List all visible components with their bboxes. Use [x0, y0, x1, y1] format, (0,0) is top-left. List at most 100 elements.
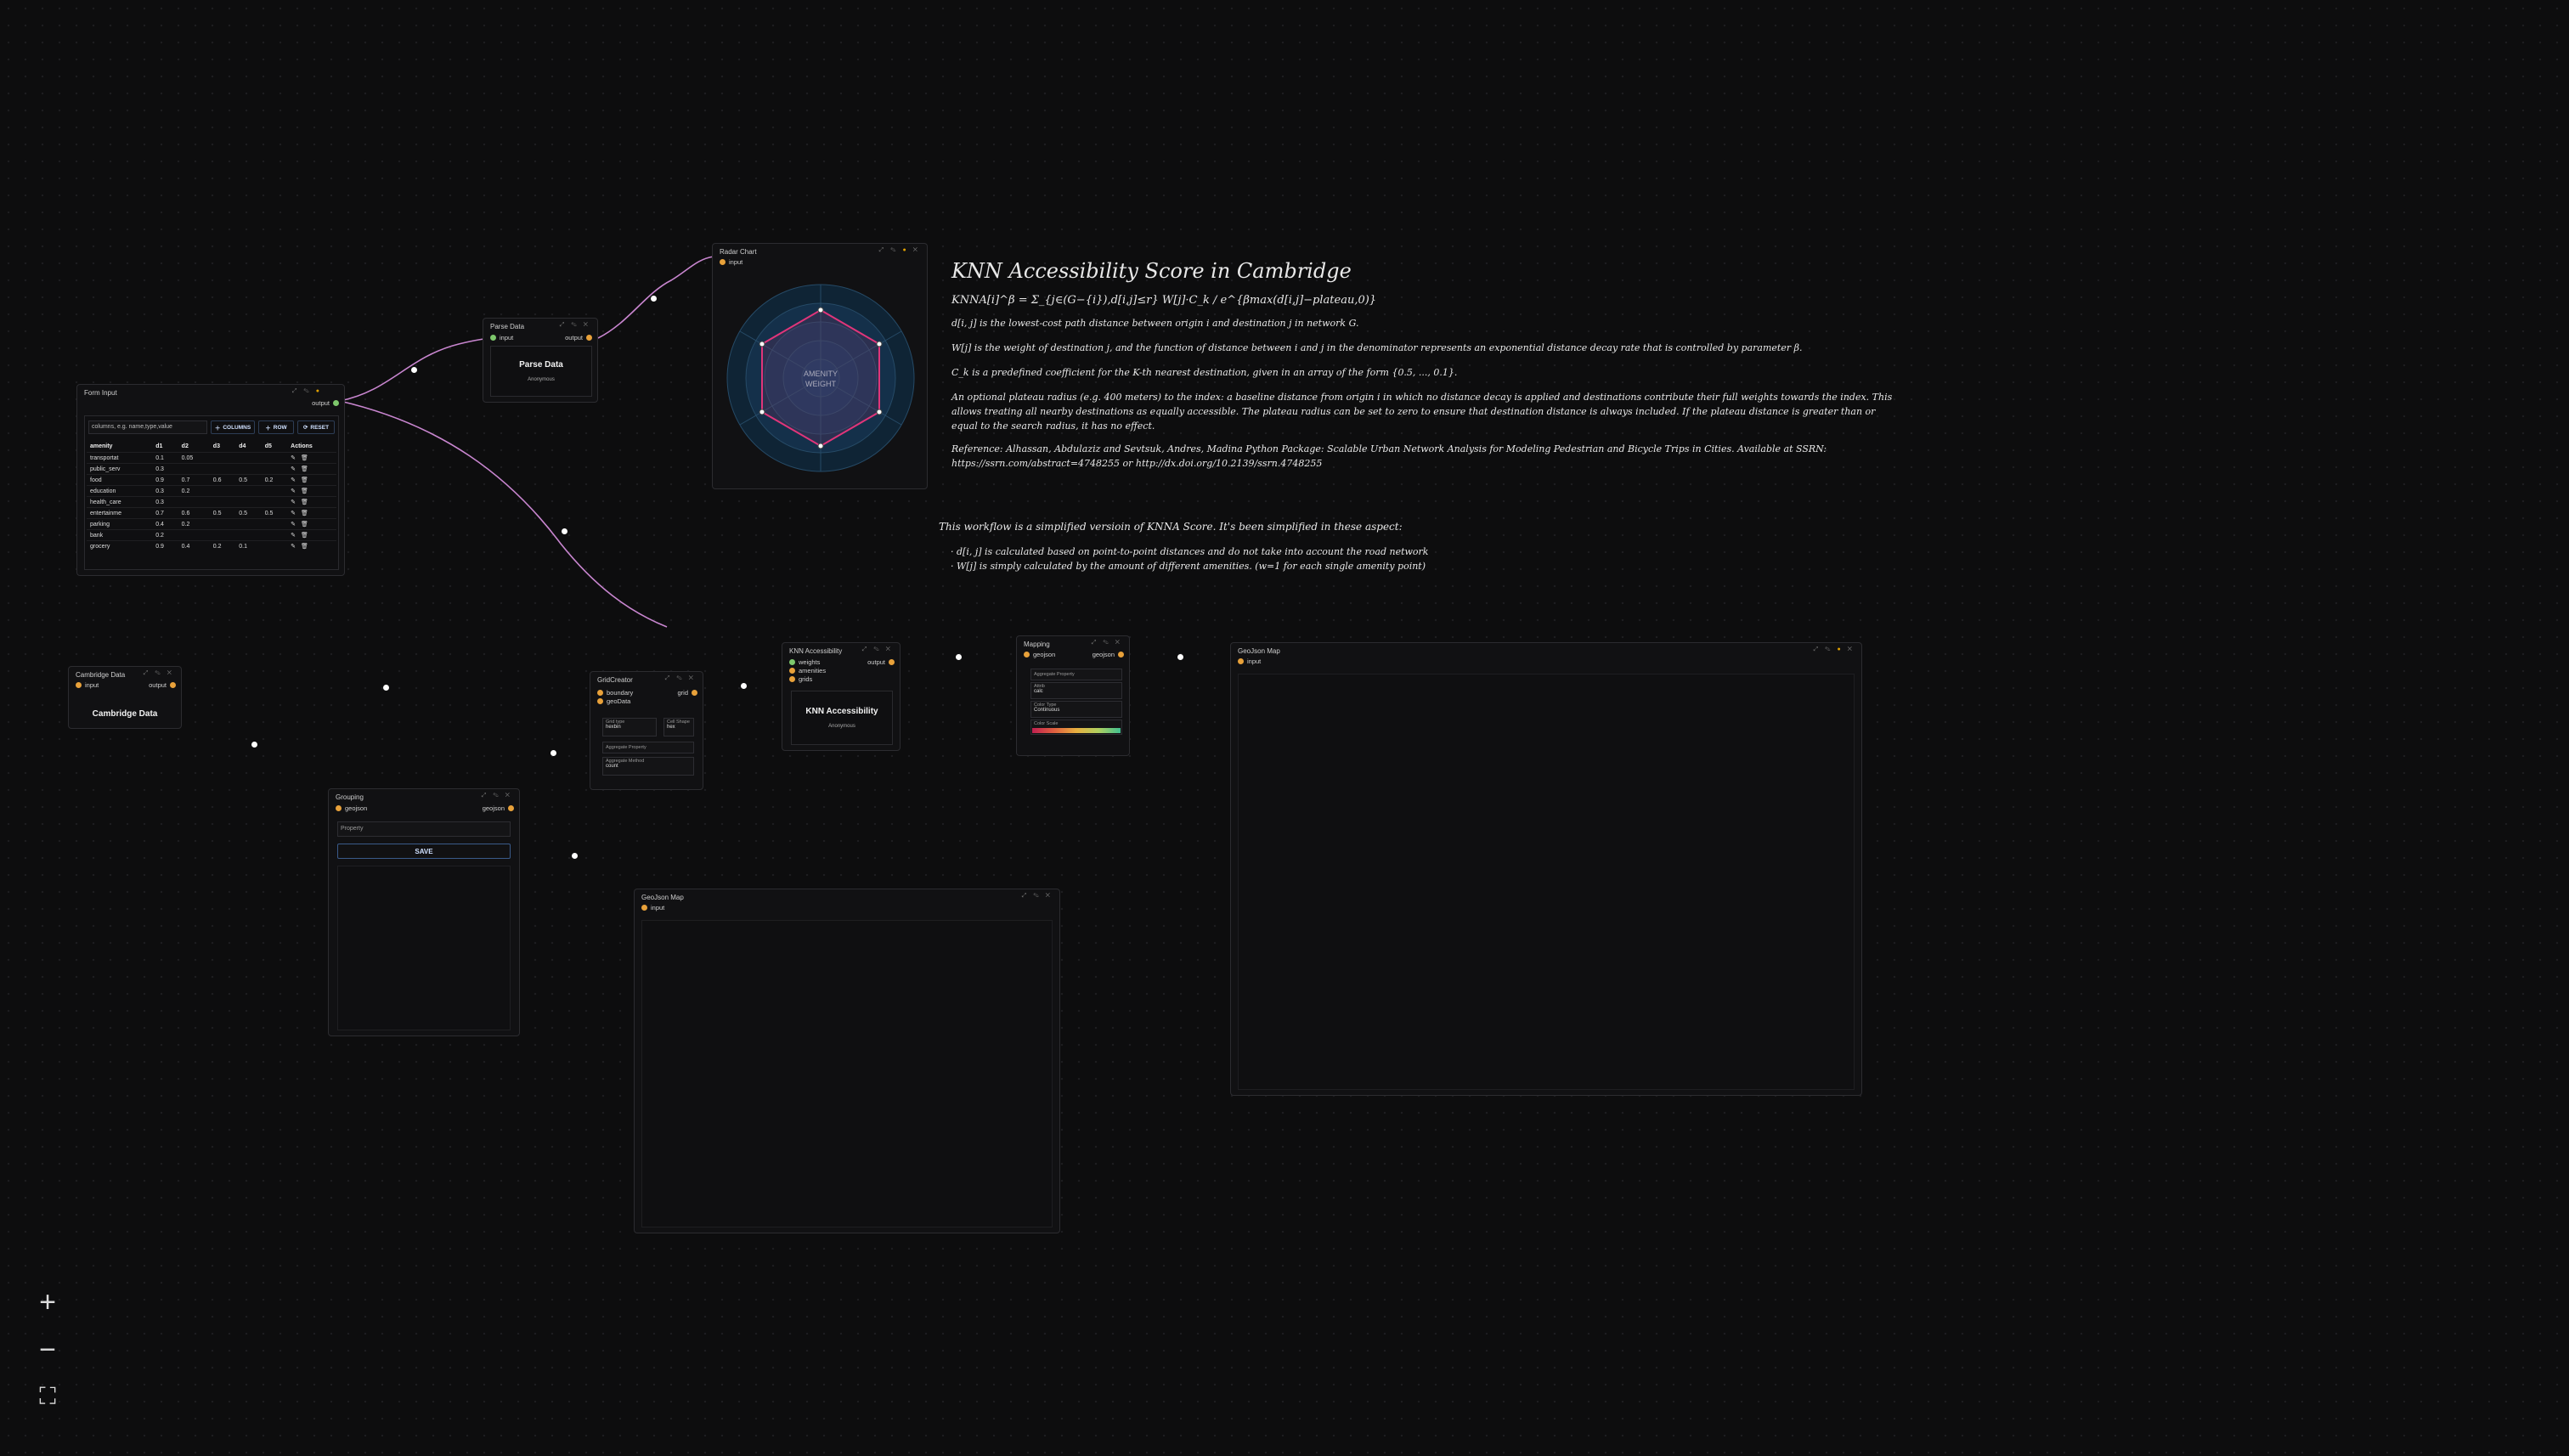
table-cell[interactable]: 0.5 [261, 507, 288, 519]
input-port[interactable]: geojson [336, 804, 367, 812]
table-cell[interactable] [209, 529, 236, 541]
table-cell[interactable]: 0.2 [209, 540, 236, 551]
table-row[interactable]: public_serv 0.3 ✎ 🗑 [87, 463, 336, 475]
table-cell[interactable] [261, 518, 288, 530]
node-controls[interactable]: ⤢ ✎ ✕ [144, 670, 174, 677]
table-row[interactable]: health_care 0.3 ✎ 🗑 [87, 496, 336, 508]
table-cell[interactable]: 0.6 [209, 474, 236, 486]
node-controls[interactable]: ⤢ ✎ ✕ [482, 793, 512, 799]
table-cell[interactable]: 0.2 [261, 474, 288, 486]
table-cell[interactable] [235, 496, 262, 508]
property-input[interactable]: Property [337, 821, 511, 837]
aggregate-property-input[interactable]: Aggregate Property [1030, 669, 1122, 680]
edit-icon[interactable]: ✎ [291, 477, 296, 483]
node-controls[interactable]: ⤢ ✎ ✕ [1022, 893, 1053, 900]
table-cell[interactable] [235, 452, 262, 464]
delete-icon[interactable]: 🗑 [301, 544, 308, 550]
input-port-boundary[interactable]: boundary [597, 689, 633, 697]
edit-icon[interactable]: ✎ [291, 499, 296, 505]
port-dot-icon[interactable] [333, 400, 339, 406]
node-controls[interactable]: ⤢ ✎ ● ✕ [879, 247, 920, 254]
delete-icon[interactable]: 🗑 [301, 466, 308, 472]
edge-midpoint[interactable] [562, 528, 567, 534]
table-cell[interactable] [235, 529, 262, 541]
form-input-node[interactable]: Form Input ⤢ ✎ ● output columns, e.g. na… [76, 384, 345, 576]
node-controls[interactable]: ⤢ ✎ ✕ [665, 675, 696, 682]
output-port[interactable]: output [312, 399, 339, 407]
node-controls[interactable]: ⤢ ✎ ● ✕ [1814, 646, 1855, 653]
port-dot-icon[interactable] [597, 690, 603, 696]
radar-chart-node[interactable]: Radar Chart ⤢ ✎ ● ✕ input AMENITY WEIGHT [712, 243, 928, 489]
port-dot-icon[interactable] [586, 335, 592, 341]
table-cell[interactable] [235, 485, 262, 497]
port-dot-icon[interactable] [336, 805, 342, 811]
delete-icon[interactable]: 🗑 [301, 533, 308, 539]
output-port[interactable]: output [149, 681, 176, 689]
table-cell[interactable] [178, 496, 210, 508]
delete-icon[interactable]: 🗑 [301, 511, 308, 516]
table-cell[interactable]: 0.2 [178, 518, 210, 530]
input-port-grids[interactable]: grids [789, 675, 812, 683]
edge-midpoint[interactable] [550, 750, 556, 756]
table-cell[interactable]: 0.4 [152, 518, 178, 530]
table-cell[interactable]: 0.2 [178, 485, 210, 497]
columns-input[interactable]: columns, e.g. name,type,value [88, 420, 207, 434]
table-row[interactable]: transportat 0.1 0.05 ✎ 🗑 [87, 452, 336, 464]
delete-icon[interactable]: 🗑 [301, 477, 308, 483]
output-port[interactable]: output [867, 658, 895, 666]
node-controls[interactable]: ⤢ ✎ ✕ [560, 322, 590, 329]
node-controls[interactable]: ⤢ ✎ ● [292, 388, 322, 395]
table-cell[interactable]: health_care [87, 496, 153, 508]
delete-icon[interactable]: 🗑 [301, 488, 308, 494]
table-row[interactable]: education 0.3 0.2 ✎ 🗑 [87, 485, 336, 497]
output-port[interactable]: geojson [483, 804, 514, 812]
node-controls[interactable]: ⤢ ✎ ✕ [1092, 640, 1122, 646]
table-cell[interactable]: transportat [87, 452, 153, 464]
port-dot-icon[interactable] [789, 676, 795, 682]
edge-midpoint[interactable] [572, 853, 578, 859]
map-canvas[interactable] [641, 920, 1053, 1227]
delete-icon[interactable]: 🗑 [301, 522, 308, 528]
table-cell[interactable]: 0.9 [152, 474, 178, 486]
edit-icon[interactable]: ✎ [291, 511, 296, 516]
table-cell[interactable]: 0.5 [235, 507, 262, 519]
input-port[interactable]: geojson [1024, 651, 1055, 658]
zoom-out-button[interactable]: − [32, 1334, 63, 1367]
parse-data-node[interactable]: Parse Data ⤢ ✎ ✕ input output Parse Data… [483, 318, 598, 403]
grid-creator-node[interactable]: GridCreator ⤢ ✎ ✕ boundary geoData grid … [590, 671, 703, 790]
edit-icon[interactable]: ✎ [291, 533, 296, 539]
table-cell[interactable]: entertainme [87, 507, 153, 519]
output-port[interactable]: geojson [1093, 651, 1124, 658]
add-row-button[interactable]: ＋ ROW [258, 420, 294, 434]
grid-type-select[interactable]: Grid type hexbin [602, 718, 657, 736]
table-cell[interactable]: 0.9 [152, 540, 178, 551]
edge-midpoint[interactable] [1177, 654, 1183, 660]
map-canvas[interactable] [1238, 674, 1855, 1090]
cambridge-data-node[interactable]: Cambridge Data ⤢ ✎ ✕ input output Cambri… [68, 666, 182, 729]
table-cell[interactable]: 0.05 [178, 452, 210, 464]
table-cell[interactable]: 0.1 [152, 452, 178, 464]
table-cell[interactable]: grocery [87, 540, 153, 551]
edge-midpoint[interactable] [651, 296, 657, 302]
table-cell[interactable]: food [87, 474, 153, 486]
table-cell[interactable]: bank [87, 529, 153, 541]
edit-icon[interactable]: ✎ [291, 466, 296, 472]
table-cell[interactable] [178, 529, 210, 541]
color-type-select[interactable]: Color Type Continuous [1030, 701, 1122, 718]
port-dot-icon[interactable] [789, 659, 795, 665]
edge-midpoint[interactable] [956, 654, 962, 660]
table-cell[interactable]: 0.3 [152, 485, 178, 497]
port-dot-icon[interactable] [1238, 658, 1244, 664]
input-port[interactable]: input [720, 258, 742, 266]
table-cell[interactable] [261, 529, 288, 541]
edit-icon[interactable]: ✎ [291, 455, 296, 461]
table-row[interactable]: food 0.9 0.7 0.6 0.5 0.2 ✎ 🗑 [87, 474, 336, 486]
port-dot-icon[interactable] [508, 805, 514, 811]
input-port[interactable]: input [76, 681, 99, 689]
table-cell[interactable] [178, 463, 210, 475]
port-dot-icon[interactable] [76, 682, 82, 688]
geojson-map-node[interactable]: GeoJson Map ⤢ ✎ ✕ input [634, 889, 1060, 1233]
table-cell[interactable]: 0.4 [178, 540, 210, 551]
table-cell[interactable]: public_serv [87, 463, 153, 475]
table-cell[interactable]: 0.3 [152, 463, 178, 475]
